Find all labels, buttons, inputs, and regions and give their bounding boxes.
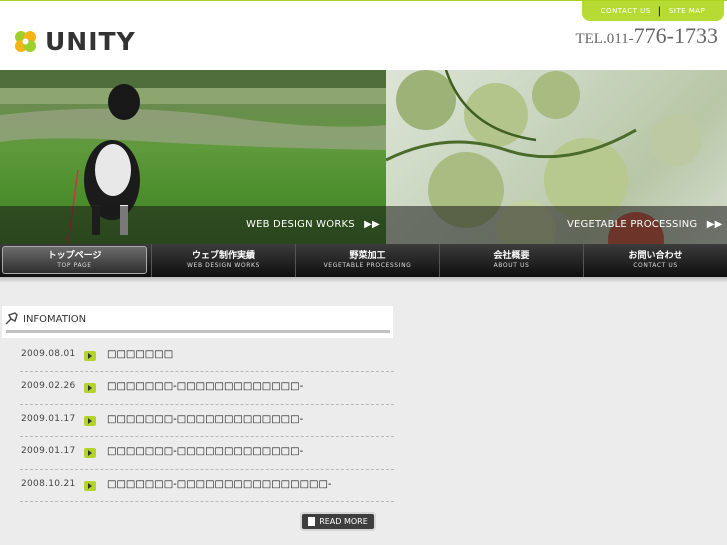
list-item[interactable]: 2009.02.26 □□□□□□□-□□□□□□□□□□□□□- xyxy=(20,372,394,405)
list-item[interactable]: 2009.01.17 □□□□□□□-□□□□□□□□□□□□□- xyxy=(20,405,394,438)
list-item[interactable]: 2008.10.21 □□□□□□□-□□□□□□□□□□□□□□□□- xyxy=(20,470,394,502)
hero-banner: WEB DESIGN WORKS ▶▶ VEGETABLE PROCESSING… xyxy=(0,70,727,244)
nav-shadow xyxy=(0,277,727,283)
logo-text: UNITY xyxy=(45,26,136,56)
tel-prefix: TEL.011- xyxy=(575,31,634,47)
vegetable-processing-label: VEGETABLE PROCESSING xyxy=(567,219,698,230)
nav-label: ウェブ制作実績 xyxy=(191,251,255,261)
nav-label: お問い合わせ xyxy=(628,251,683,261)
news-title[interactable]: □□□□□□□-□□□□□□□□□□□□□- xyxy=(107,381,303,392)
double-chevron-right-icon: ▶▶ xyxy=(706,219,723,230)
vegetable-processing-banner-link[interactable]: VEGETABLE PROCESSING ▶▶ xyxy=(567,219,723,230)
nav-sublabel: TOP PAGE xyxy=(57,261,92,269)
rocket-icon xyxy=(4,311,18,330)
nav-label: 野菜加工 xyxy=(349,251,386,261)
read-more-button[interactable]: READ MORE xyxy=(300,512,376,531)
main-nav: トップページ TOP PAGE ウェブ制作実績 WEB DESIGN WORKS… xyxy=(0,244,727,277)
nav-item-web-design-works[interactable]: ウェブ制作実績 WEB DESIGN WORKS xyxy=(151,244,295,277)
clover-logo-icon xyxy=(12,28,39,55)
news-date: 2008.10.21 xyxy=(21,478,76,489)
info-header: INFOMATION xyxy=(2,306,393,338)
nav-label: トップページ xyxy=(47,250,102,261)
nav-sublabel: VEGETABLE PROCESSING xyxy=(323,262,412,269)
section-divider xyxy=(6,330,390,333)
phone-number: TEL.011-776-1733 xyxy=(575,25,718,47)
arrow-right-icon xyxy=(84,480,96,491)
site-header: UNITY CONTACT US | SITE MAP TEL.011-776-… xyxy=(0,0,727,70)
arrow-right-icon xyxy=(84,415,96,426)
double-chevron-right-icon: ▶▶ xyxy=(364,219,380,230)
nav-item-vegetable-processing[interactable]: 野菜加工 VEGETABLE PROCESSING xyxy=(295,244,439,277)
document-icon xyxy=(308,517,316,526)
arrow-right-icon xyxy=(84,351,96,361)
web-design-works-label: WEB DESIGN WORKS xyxy=(246,219,355,230)
news-date: 2009.08.01 xyxy=(21,349,76,359)
nav-label: 会社概要 xyxy=(493,251,530,261)
nav-item-contact-us[interactable]: お問い合わせ CONTACT US xyxy=(583,244,727,277)
contact-us-link[interactable]: CONTACT US xyxy=(594,7,658,15)
nav-sublabel: CONTACT US xyxy=(633,262,678,269)
list-item[interactable]: 2009.01.17 □□□□□□□-□□□□□□□□□□□□□- xyxy=(20,437,394,470)
nav-item-top-page[interactable]: トップページ TOP PAGE xyxy=(2,246,147,274)
site-map-link[interactable]: SITE MAP xyxy=(662,7,712,15)
arrow-right-icon xyxy=(84,383,96,394)
list-item[interactable]: 2009.08.01 □□□□□□□ xyxy=(20,340,394,373)
tel-number: 776-1733 xyxy=(633,23,718,48)
nav-item-about-us[interactable]: 会社概要 ABOUT US xyxy=(439,244,583,277)
read-more-label: READ MORE xyxy=(319,517,368,526)
section-title: INFOMATION xyxy=(23,314,87,325)
news-date: 2009.02.26 xyxy=(21,381,76,392)
nav-sublabel: ABOUT US xyxy=(493,262,530,269)
arrow-right-icon xyxy=(84,448,96,459)
logo[interactable]: UNITY xyxy=(12,27,136,55)
utility-nav: CONTACT US | SITE MAP xyxy=(582,1,724,21)
web-design-works-banner-link[interactable]: WEB DESIGN WORKS ▶▶ xyxy=(246,219,380,230)
news-title[interactable]: □□□□□□□-□□□□□□□□□□□□□□□□- xyxy=(107,479,332,490)
news-date: 2009.01.17 xyxy=(21,446,76,457)
news-title[interactable]: □□□□□□□-□□□□□□□□□□□□□- xyxy=(107,414,303,425)
news-list: 2009.08.01 □□□□□□□ 2009.02.26 □□□□□□□-□□… xyxy=(20,340,394,502)
news-title[interactable]: □□□□□□□-□□□□□□□□□□□□□- xyxy=(107,446,303,457)
news-title[interactable]: □□□□□□□ xyxy=(107,349,173,360)
nav-sublabel: WEB DESIGN WORKS xyxy=(187,262,260,269)
news-date: 2009.01.17 xyxy=(21,413,76,424)
